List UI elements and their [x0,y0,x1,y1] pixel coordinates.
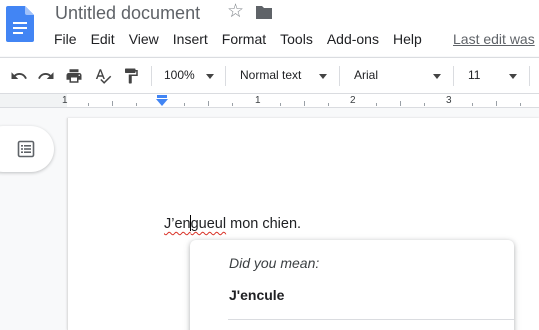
undo-icon[interactable] [10,67,28,85]
menu-bar: File Edit View Insert Format Tools Add-o… [54,31,436,49]
ruler-tick [400,101,401,106]
ruler-tick [496,101,497,106]
font-size-select[interactable]: 11 [468,68,480,82]
menu-format[interactable]: Format [222,31,266,49]
horizontal-ruler[interactable]: 1 1 2 3 [0,94,539,108]
font-family-select[interactable]: Arial [354,68,378,82]
font-dropdown-arrow-icon[interactable] [433,74,441,79]
menu-edit[interactable]: Edit [91,31,115,49]
popup-divider [228,319,514,320]
ruler-tick [136,103,137,106]
redo-icon[interactable] [37,67,55,85]
last-edit-link[interactable]: Last edit was [453,31,535,47]
app-header: Untitled document ☆ File Edit View Inser… [0,0,539,56]
ruler-label: 2 [350,95,356,106]
document-paragraph[interactable]: J’engueul mon chien. [164,215,301,232]
menu-tools[interactable]: Tools [280,31,313,49]
toolbar-divider [529,66,530,86]
ruler-tick [424,103,425,106]
ruler-tick [88,103,89,106]
suggestion-option[interactable]: J'encule [229,287,284,303]
ruler-label: 3 [446,95,452,106]
word-after-cursor: gueul [190,216,227,232]
ruler-tick [304,101,305,106]
ruler-tick [328,103,329,106]
suggestion-heading: Did you mean: [229,255,320,271]
ruler-label: 1 [255,95,261,106]
ruler-label: 1 [62,95,68,106]
menu-view[interactable]: View [129,31,159,49]
paint-format-icon[interactable] [122,67,140,85]
print-icon[interactable] [65,67,83,85]
toolbar-divider [151,66,152,86]
paragraph-style-select[interactable]: Normal text [240,68,301,82]
menu-insert[interactable]: Insert [173,31,208,49]
ruler-tick [280,103,281,106]
outline-list-icon [17,140,35,158]
ruler-tick [208,101,209,106]
ruler-tick [520,103,521,106]
ruler-tick [184,103,185,106]
ruler-tick [376,103,377,106]
toolbar: 100% Normal text Arial 11 [0,57,539,94]
text-rest: mon chien. [226,216,302,232]
ruler-tick [472,103,473,106]
toolbar-divider [225,66,226,86]
ruler-tick [112,101,113,106]
misspelled-word[interactable]: J’engueul [164,215,227,232]
docs-logo-icon[interactable] [6,6,34,42]
zoom-select[interactable]: 100% [164,68,195,82]
menu-file[interactable]: File [54,31,77,49]
style-dropdown-arrow-icon[interactable] [319,74,327,79]
ruler-tick [232,103,233,106]
spellcheck-icon[interactable] [94,67,112,85]
document-title[interactable]: Untitled document [55,3,200,24]
zoom-dropdown-arrow-icon[interactable] [206,74,214,79]
star-icon[interactable]: ☆ [227,2,244,22]
spelling-suggestion-popup: Did you mean: J'encule [190,240,514,330]
document-outline-button[interactable] [0,126,54,172]
menu-help[interactable]: Help [393,31,422,49]
ruler-text-area [67,94,539,107]
menu-add-ons[interactable]: Add-ons [327,31,379,49]
font-size-dropdown-arrow-icon[interactable] [509,74,517,79]
folder-icon[interactable] [255,5,273,20]
indent-marker-icon[interactable] [156,95,168,107]
word-before-cursor: J’en [164,216,191,232]
toolbar-divider [339,66,340,86]
toolbar-divider [453,66,454,86]
